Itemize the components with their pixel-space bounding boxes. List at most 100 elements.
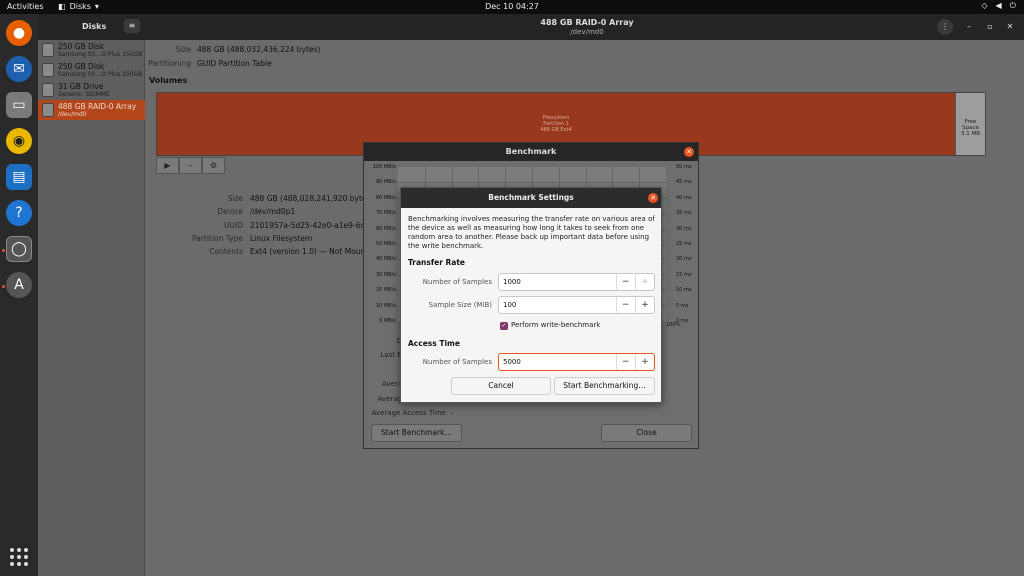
- y-tick-label-right: 35 ms: [676, 210, 692, 217]
- average-access-time-value: –: [450, 409, 454, 417]
- help-icon[interactable]: ?: [6, 200, 32, 226]
- partition-type-label: Partition Type: [192, 234, 243, 243]
- rhythmbox-icon[interactable]: ◉: [6, 128, 32, 154]
- last-benchmarked-label: Last B: [380, 351, 402, 359]
- size-label: Size: [175, 45, 191, 54]
- average-write-rate-label: Averag: [377, 395, 402, 403]
- dock: ● ✉ ▭ ◉ ▤ ? ◯ A: [0, 14, 38, 576]
- disks-icon[interactable]: ◯: [6, 236, 32, 262]
- show-apps-icon[interactable]: [10, 548, 28, 566]
- contents-label: Contents: [209, 247, 243, 256]
- free-space-line: 3.1 MB: [960, 131, 980, 137]
- decrement-button[interactable]: −: [616, 297, 634, 313]
- y-tick-label-right: 25 ms: [676, 241, 692, 247]
- benchmark-title: Benchmark: [364, 143, 698, 161]
- settings-description: Benchmarking involves measuring the tran…: [408, 215, 655, 250]
- contents-value: Ext4 (version 1.0) — Not Mounted: [250, 247, 378, 256]
- y-tick-label-right: 45 ms: [676, 179, 692, 186]
- increment-button[interactable]: +: [635, 274, 654, 290]
- y-tick-label-left: 20 MB/s: [376, 287, 396, 294]
- system-tray[interactable]: ◇ ◀ ⏻: [981, 1, 1016, 11]
- close-button[interactable]: Close: [601, 424, 692, 442]
- partitioning-label: Partitioning: [148, 59, 191, 68]
- sample-size-value: 100: [503, 301, 517, 309]
- y-tick-label-left: 30 MB/s: [376, 271, 396, 278]
- sample-size-label: Sample Size (MiB): [428, 301, 492, 309]
- thunderbird-icon[interactable]: ✉: [6, 56, 32, 82]
- software-icon[interactable]: A: [6, 272, 32, 298]
- window-title: 488 GB RAID-0 Array: [540, 18, 634, 27]
- write-benchmark-label[interactable]: Perform write-benchmark: [511, 321, 600, 329]
- start-benchmarking-button[interactable]: Start Benchmarking…: [554, 377, 655, 395]
- settings-gear-icon[interactable]: ⚙: [202, 157, 225, 174]
- write-benchmark-checkbox[interactable]: ✓: [500, 322, 508, 330]
- uuid-label: UUID: [224, 221, 243, 230]
- network-icon: ◇: [981, 1, 988, 10]
- y-tick-label-right: 0 ms: [676, 318, 689, 324]
- drive-item[interactable]: 250 GB Disk Samsung SS…O Plus 250GB: [38, 40, 145, 60]
- y-tick-label-right: 15 ms: [676, 271, 692, 278]
- decrement-button[interactable]: −: [616, 274, 634, 290]
- hard-disk-icon: [42, 63, 54, 77]
- running-indicator: [2, 285, 5, 288]
- maximize-icon[interactable]: ▫: [982, 19, 998, 35]
- partition-size-label: Size: [227, 194, 243, 203]
- start-benchmark-button[interactable]: Start Benchmark…: [371, 424, 462, 442]
- app-title: Disks: [82, 22, 107, 31]
- increment-button[interactable]: +: [635, 297, 654, 313]
- minimize-icon[interactable]: –: [961, 19, 977, 35]
- y-tick-label-right: 20 ms: [676, 256, 692, 263]
- increment-button[interactable]: +: [635, 354, 654, 370]
- drive-list: 250 GB Disk Samsung SS…O Plus 250GB 250 …: [38, 40, 145, 576]
- window-subtitle: /dev/md0: [570, 28, 604, 36]
- top-bar: Activities ◧ Disks ▾ Dec 10 04:27 ◇ ◀ ⏻: [0, 0, 1024, 14]
- close-icon[interactable]: ✕: [684, 147, 694, 157]
- cancel-button[interactable]: Cancel: [451, 377, 551, 395]
- samples-value: 1000: [503, 278, 521, 286]
- drive-model: Samsung SS…O Plus 250GB: [58, 51, 143, 58]
- sample-size-spinbutton[interactable]: 100 − +: [498, 296, 655, 314]
- delete-partition-icon[interactable]: –: [179, 157, 202, 174]
- writer-icon[interactable]: ▤: [6, 164, 32, 190]
- free-space-block[interactable]: Free Space 3.1 MB: [955, 93, 985, 155]
- raid-array-icon: [42, 103, 54, 117]
- running-indicator: [2, 249, 5, 252]
- close-icon[interactable]: ✕: [1002, 19, 1018, 35]
- firefox-icon[interactable]: ●: [6, 20, 32, 46]
- mount-play-icon[interactable]: ▶: [156, 157, 179, 174]
- drive-name: 250 GB Disk: [58, 42, 105, 51]
- clock[interactable]: Dec 10 04:27: [0, 2, 1024, 11]
- drive-item-selected[interactable]: 488 GB RAID-0 Array /dev/md0: [38, 100, 145, 120]
- sd-card-icon: [42, 83, 54, 97]
- hamburger-menu-icon[interactable]: ≡: [124, 19, 140, 33]
- access-samples-spinbutton[interactable]: 5000 − +: [498, 353, 655, 371]
- free-space-line: Free Space: [962, 119, 979, 131]
- device-label: Device: [217, 207, 243, 216]
- y-tick-label-left: 40 MB/s: [376, 256, 396, 263]
- close-icon[interactable]: ✕: [648, 193, 658, 203]
- size-value: 488 GB (488,032,436,224 bytes): [197, 45, 321, 54]
- drive-menu-icon[interactable]: ⋮: [937, 19, 953, 35]
- y-tick-label-left: 80 MB/s: [376, 194, 396, 201]
- y-tick-label-right: 30 ms: [676, 225, 692, 232]
- y-tick-label-left: 90 MB/s: [376, 179, 396, 186]
- partition-line: 488 GB Ext4: [540, 127, 572, 133]
- decrement-button[interactable]: −: [616, 354, 634, 370]
- drive-name: 488 GB RAID-0 Array: [58, 102, 137, 111]
- y-tick-label-right: 5 ms: [676, 302, 689, 309]
- y-tick-label-right: 50 ms: [676, 164, 692, 170]
- drive-item[interactable]: 250 GB Disk Samsung SS…O Plus 250GB: [38, 60, 145, 80]
- volume-toolbar: ▶ – ⚙: [156, 157, 225, 174]
- files-icon[interactable]: ▭: [6, 92, 32, 118]
- drive-name: 250 GB Disk: [58, 62, 105, 71]
- samples-spinbutton[interactable]: 1000 − +: [498, 273, 655, 291]
- power-icon: ⏻: [1009, 1, 1016, 10]
- y-tick-label-left: 0 MB/s: [379, 318, 396, 324]
- device-value: /dev/md0p1: [250, 207, 296, 216]
- partitioning-value: GUID Partition Table: [197, 59, 272, 68]
- y-tick-label-left: 100 MB/s: [372, 164, 396, 170]
- samples-label: Number of Samples: [422, 278, 492, 286]
- volume-icon: ◀: [995, 1, 1002, 10]
- drive-item[interactable]: 31 GB Drive Generic- SD/MMC: [38, 80, 145, 100]
- y-tick-label-left: 50 MB/s: [376, 241, 396, 247]
